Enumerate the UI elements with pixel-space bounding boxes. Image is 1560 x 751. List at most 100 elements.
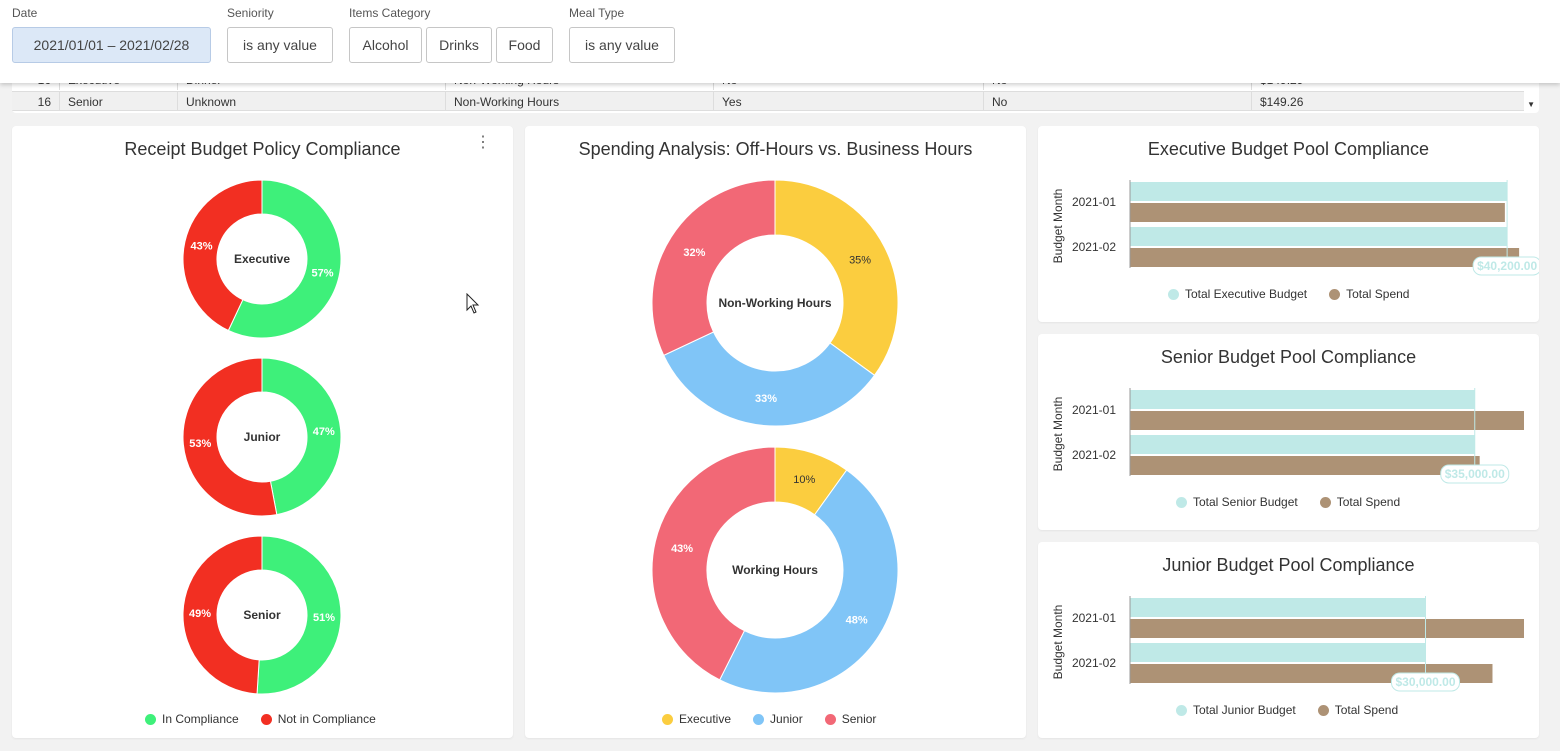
legend-item[interactable]: Executive: [662, 712, 731, 726]
junior-budget-card: Junior Budget Pool Compliance Budget Mon…: [1038, 542, 1539, 738]
date-range-button[interactable]: 2021/01/01 – 2021/02/28: [12, 27, 211, 63]
category-drinks-button[interactable]: Drinks: [426, 27, 492, 63]
reference-label: $30,000.00: [1395, 675, 1455, 689]
axis-title: Budget Month: [1051, 189, 1065, 264]
tick-label: 2021-02: [1072, 240, 1116, 254]
legend-swatch: [1329, 288, 1341, 300]
legend-label: Total Junior Budget: [1193, 703, 1296, 717]
table-row[interactable]: 16 Senior Unknown Non-Working Hours Yes …: [12, 91, 1524, 111]
legend-swatch: [824, 713, 836, 725]
tick-label: 2021-01: [1072, 195, 1116, 209]
legend-label: Total Spend: [1346, 287, 1410, 301]
table-cell: Unknown: [178, 92, 446, 110]
legend-swatch: [1176, 496, 1187, 508]
slice-label: 51%: [313, 612, 335, 624]
meal-type-filter-button[interactable]: is any value: [569, 27, 675, 63]
category-food-button[interactable]: Food: [496, 27, 553, 63]
donut-center-label: Junior: [244, 430, 281, 444]
bar[interactable]: [1130, 643, 1426, 662]
legend-label: In Compliance: [162, 712, 239, 726]
bar[interactable]: [1130, 411, 1524, 430]
bar[interactable]: [1130, 182, 1508, 201]
donut-slice[interactable]: [651, 179, 776, 357]
legend-item[interactable]: Total Spend: [1329, 287, 1409, 301]
axis-title: Budget Month: [1051, 605, 1065, 680]
bar[interactable]: [1130, 227, 1508, 246]
slice-label: 57%: [311, 268, 333, 280]
reference-label: $35,000.00: [1445, 467, 1505, 481]
scroll-down-icon[interactable]: ▼: [1527, 100, 1535, 109]
donut-center-label: Senior: [243, 608, 281, 622]
chart-legend: Executive Junior Senior: [662, 712, 876, 726]
bar[interactable]: [1130, 435, 1475, 454]
legend-swatch: [145, 713, 156, 725]
filter-seniority: Seniority is any value: [227, 6, 333, 63]
legend-swatch: [1317, 704, 1329, 716]
compliance-donut-charts: 57% 43% Executive 47% 53% Junior 51% 49% Senior: [182, 179, 342, 695]
filter-items-category: Items Category Alcohol Drinks Food: [349, 6, 553, 63]
senior-budget-card: Senior Budget Pool Compliance Budget Mon…: [1038, 334, 1539, 530]
slice-label: 43%: [190, 240, 212, 252]
bar[interactable]: [1130, 456, 1480, 475]
executive-budget-card: Executive Budget Pool Compliance Budget …: [1038, 126, 1539, 322]
legend-swatch: [753, 713, 765, 725]
legend-item[interactable]: Total Spend: [1317, 703, 1399, 717]
reference-label: $40,200.00: [1477, 259, 1537, 273]
legend-swatch: [1168, 288, 1179, 300]
legend-label: Executive: [679, 712, 732, 726]
compliance-card: Receipt Budget Policy Compliance ⋮ 57% 43…: [12, 126, 513, 738]
slice-label: 53%: [189, 438, 211, 450]
legend-item[interactable]: Total Senior Budget: [1176, 495, 1298, 509]
donut-center-label: Working Hours: [732, 563, 818, 577]
filter-label: Date: [12, 6, 38, 20]
slice-label: 47%: [313, 426, 335, 438]
filter-label: Meal Type: [569, 6, 625, 20]
table-cell: 16: [12, 92, 60, 110]
slice-label: 49%: [189, 608, 211, 620]
legend-swatch: [662, 713, 673, 725]
legend-label: Not in Compliance: [277, 712, 376, 726]
tick-label: 2021-01: [1072, 403, 1116, 417]
legend-label: Total Spend: [1334, 703, 1399, 717]
tick-label: 2021-02: [1072, 656, 1116, 670]
donut-slice[interactable]: [774, 179, 899, 376]
table-cell: No: [984, 92, 1252, 110]
slice-label: 35%: [849, 255, 871, 267]
axis-title: Budget Month: [1051, 397, 1065, 472]
bar[interactable]: [1130, 619, 1524, 638]
bar[interactable]: [1130, 203, 1505, 222]
chart-legend: Total Senior Budget Total Spend: [1176, 495, 1400, 509]
mouse-cursor-icon: [466, 293, 480, 314]
legend-item[interactable]: Senior: [824, 712, 877, 726]
bar[interactable]: [1130, 598, 1426, 617]
filter-label: Seniority: [227, 6, 274, 20]
slice-label: 32%: [683, 247, 705, 259]
slice-label: 33%: [755, 393, 777, 405]
legend-item[interactable]: Total Executive Budget: [1168, 287, 1307, 301]
chart-legend: Total Executive Budget Total Spend: [1168, 287, 1409, 301]
legend-item[interactable]: Total Spend: [1319, 495, 1401, 509]
legend-label: Senior: [841, 712, 877, 726]
legend-item[interactable]: Total Junior Budget: [1176, 703, 1296, 717]
slice-label: 43%: [671, 543, 693, 555]
legend-label: Total Spend: [1336, 495, 1401, 509]
legend-label: Total Executive Budget: [1185, 287, 1308, 301]
table-cell: Senior: [60, 92, 178, 110]
slice-label: 10%: [793, 474, 815, 486]
table-cell: Non-Working Hours: [446, 92, 714, 110]
chart-legend: In Compliance Not in Compliance: [145, 712, 376, 726]
seniority-filter-button[interactable]: is any value: [227, 27, 333, 63]
legend-swatch: [1176, 704, 1187, 716]
legend-item[interactable]: In Compliance: [145, 712, 239, 726]
bar[interactable]: [1130, 248, 1520, 267]
filter-bar: Date 2021/01/01 – 2021/02/28 Seniority i…: [0, 0, 1560, 83]
legend-item[interactable]: Not in Compliance: [260, 712, 376, 726]
legend-swatch: [1319, 496, 1331, 508]
category-alcohol-button[interactable]: Alcohol: [349, 27, 422, 63]
chart-legend: Total Junior Budget Total Spend: [1176, 703, 1398, 717]
legend-item[interactable]: Junior: [753, 712, 803, 726]
bar[interactable]: [1130, 390, 1475, 409]
filter-label: Items Category: [349, 6, 431, 20]
slice-label: 48%: [846, 614, 868, 626]
legend-label: Junior: [770, 712, 803, 726]
